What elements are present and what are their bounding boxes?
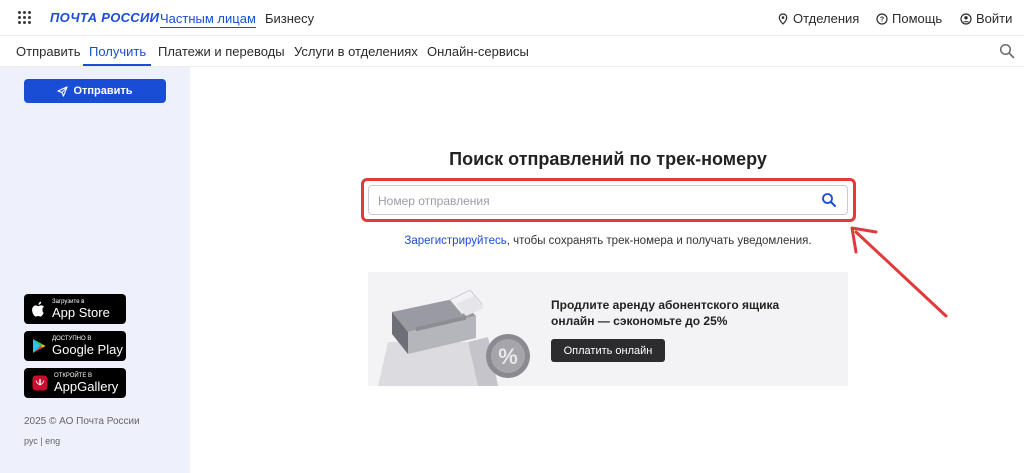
pay-online-button[interactable]: Оплатить онлайн [551, 339, 665, 362]
top-bar: ПОЧТА РОССИИ Частным лицам Бизнесу Отдел… [0, 0, 1024, 36]
nav-item-send[interactable]: Отправить [16, 44, 80, 59]
login-label: Войти [976, 11, 1013, 26]
search-icon[interactable] [999, 43, 1015, 59]
send-button[interactable]: Отправить [24, 79, 166, 103]
main-nav: Отправить Получить Платежи и переводы Ус… [0, 37, 1024, 67]
promo-banner: % Продлите аренду абонентского ящика онл… [368, 272, 848, 386]
segment-business[interactable]: Бизнесу [265, 11, 314, 26]
sidebar: Отправить Загрузите в App Store ДОСТУПНО… [0, 67, 190, 473]
offices-label: Отделения [793, 11, 860, 26]
app-store-big: App Store [52, 304, 110, 320]
user-circle-icon [960, 12, 972, 25]
help-link[interactable]: ? Помощь [876, 11, 942, 26]
login-link[interactable]: Войти [960, 11, 1012, 26]
help-label: Помощь [892, 11, 943, 26]
send-button-label: Отправить [73, 85, 133, 97]
app-gallery-big: AppGallery [54, 378, 119, 394]
google-play-big: Google Play [52, 341, 123, 357]
register-link[interactable]: Зарегистрируйтесь [404, 235, 506, 247]
search-submit-icon[interactable] [821, 192, 837, 208]
paper-plane-icon [57, 85, 69, 97]
register-hint: Зарегистрируйтесь, чтобы сохранять трек-… [368, 235, 848, 247]
po-box-illustration: % [378, 289, 530, 386]
apple-icon [32, 301, 44, 317]
location-pin-icon [778, 12, 788, 25]
google-play-badge[interactable]: ДОСТУПНО В Google Play [24, 331, 126, 361]
help-circle-icon: ? [876, 12, 888, 25]
segment-private[interactable]: Частным лицам [160, 11, 256, 28]
offices-link[interactable]: Отделения [777, 11, 859, 26]
huawei-icon [32, 375, 48, 391]
copyright: 2025 © АО Почта России [24, 416, 140, 427]
nav-active-indicator [83, 64, 151, 66]
language-switcher[interactable]: рус | eng [24, 436, 60, 446]
track-number-input[interactable] [378, 193, 798, 209]
app-store-badge[interactable]: Загрузите в App Store [24, 294, 126, 324]
register-hint-text: , чтобы сохранять трек-номера и получать… [506, 235, 812, 247]
nav-item-receive[interactable]: Получить [89, 44, 146, 59]
apps-grid-icon[interactable] [18, 11, 31, 24]
annotation-arrow-icon [850, 226, 948, 318]
track-search-box [368, 185, 848, 215]
nav-item-online-services[interactable]: Онлайн-сервисы [427, 44, 529, 59]
nav-item-office-services[interactable]: Услуги в отделениях [294, 44, 418, 59]
logo[interactable]: ПОЧТА РОССИИ [50, 10, 159, 25]
google-play-icon [33, 339, 46, 353]
nav-item-payments[interactable]: Платежи и переводы [158, 44, 285, 59]
svg-text:?: ? [880, 16, 884, 23]
page-title: Поиск отправлений по трек-номеру [449, 149, 767, 169]
app-gallery-badge[interactable]: ОТКРОЙТЕ В AppGallery [24, 368, 126, 398]
promo-text: Продлите аренду абонентского ящика онлай… [551, 298, 780, 328]
svg-text:%: % [498, 344, 518, 369]
